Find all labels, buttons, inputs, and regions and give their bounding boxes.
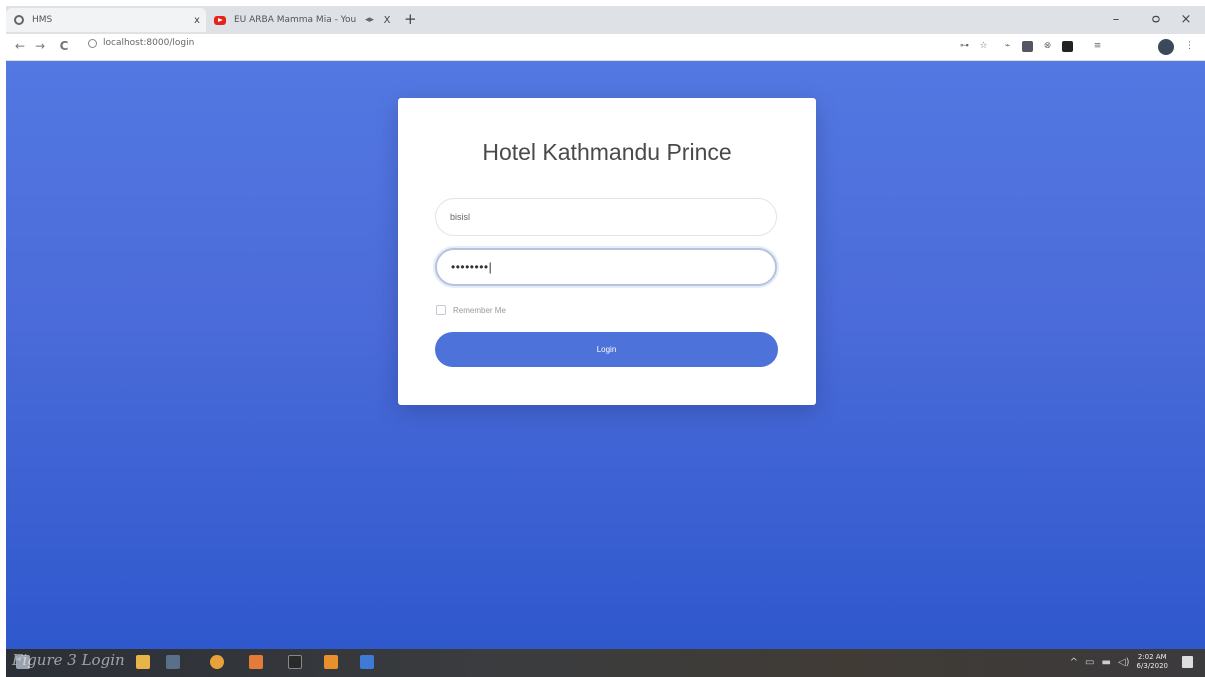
- page-title: Hotel Kathmandu Prince: [482, 139, 732, 165]
- screen: HMS x EU ARBA Mamma Mia - You ◂▸ X + – ᴑ…: [0, 0, 1205, 677]
- chrome-icon[interactable]: [210, 655, 224, 669]
- sublime-text-icon[interactable]: [324, 655, 338, 669]
- menu-icon[interactable]: ⋮: [1184, 41, 1195, 52]
- youtube-icon: [214, 15, 226, 25]
- tab-close-icon[interactable]: x: [188, 15, 206, 26]
- time-text: 2:02 AM: [1137, 653, 1167, 661]
- tab-title: EU ARBA Mamma Mia - You: [234, 15, 357, 25]
- browser-tabstrip: HMS x EU ARBA Mamma Mia - You ◂▸ X + – ᴑ…: [6, 6, 1205, 34]
- tab-close-icon[interactable]: X: [378, 15, 396, 26]
- speaker-icon[interactable]: ◂▸: [365, 15, 374, 25]
- app-icon[interactable]: [249, 655, 263, 669]
- new-tab-button[interactable]: +: [404, 10, 417, 28]
- password-field[interactable]: [435, 248, 777, 286]
- star-icon[interactable]: ☆: [978, 41, 989, 52]
- tab-title: HMS: [32, 15, 53, 25]
- remember-me-checkbox[interactable]: [436, 305, 446, 315]
- key-icon[interactable]: ⊶: [959, 41, 970, 52]
- remember-me-row[interactable]: Remember Me: [436, 305, 506, 315]
- notification-icon[interactable]: [1182, 656, 1193, 668]
- clock[interactable]: 2:02 AM 6/3/2020: [1137, 653, 1168, 671]
- chevron-up-icon[interactable]: ^: [1070, 657, 1078, 668]
- tab-youtube[interactable]: EU ARBA Mamma Mia - You ◂▸ X: [208, 8, 396, 32]
- reload-button[interactable]: C: [56, 39, 72, 53]
- browser-toolbar: ← → C localhost:8000/login ⊶ ☆ ⌁ ⊗ ≡ ⋮: [6, 34, 1205, 61]
- minimize-button[interactable]: –: [1106, 12, 1126, 27]
- forward-button[interactable]: →: [32, 39, 48, 53]
- profile-avatar[interactable]: [1158, 39, 1174, 55]
- puzzle-icon[interactable]: ⌁: [1002, 41, 1013, 52]
- globe-icon: [14, 15, 24, 25]
- display-icon[interactable]: ▭: [1085, 657, 1094, 668]
- maximize-button[interactable]: ᴑ: [1146, 12, 1166, 27]
- battery-icon[interactable]: ▬: [1102, 657, 1111, 668]
- volume-icon[interactable]: ◁): [1118, 657, 1130, 668]
- media-icon[interactable]: ≡: [1092, 41, 1103, 52]
- address-bar[interactable]: localhost:8000/login: [88, 38, 194, 48]
- site-info-icon[interactable]: [88, 38, 97, 48]
- login-card: Hotel Kathmandu Prince Remember Me Login: [398, 98, 816, 405]
- extension-icon[interactable]: [1062, 41, 1073, 52]
- system-tray: ^ ▭ ▬ ◁) 2:02 AM 6/3/2020: [1070, 653, 1193, 671]
- extension-icon[interactable]: ⊗: [1042, 41, 1053, 52]
- page-background: Hotel Kathmandu Prince Remember Me Login: [6, 61, 1205, 649]
- login-button[interactable]: Login: [435, 332, 778, 367]
- file-explorer-icon[interactable]: [136, 655, 150, 669]
- close-window-button[interactable]: ×: [1176, 12, 1196, 27]
- date-text: 6/3/2020: [1136, 662, 1168, 670]
- email-field[interactable]: [435, 198, 777, 236]
- windows-taskbar: Figure 3 Login ^ ▭ ▬ ◁) 2:02 AM 6/3/2020: [6, 649, 1205, 677]
- remember-me-label: Remember Me: [453, 305, 506, 315]
- tab-hms[interactable]: HMS x: [6, 8, 206, 32]
- extension-icon[interactable]: [1022, 41, 1033, 52]
- word-icon[interactable]: [360, 655, 374, 669]
- figure-caption: Figure 3 Login: [12, 651, 125, 669]
- back-button[interactable]: ←: [12, 39, 28, 53]
- terminal-icon[interactable]: [288, 655, 302, 669]
- app-icon[interactable]: [166, 655, 180, 669]
- url-text: localhost:8000/login: [103, 38, 195, 48]
